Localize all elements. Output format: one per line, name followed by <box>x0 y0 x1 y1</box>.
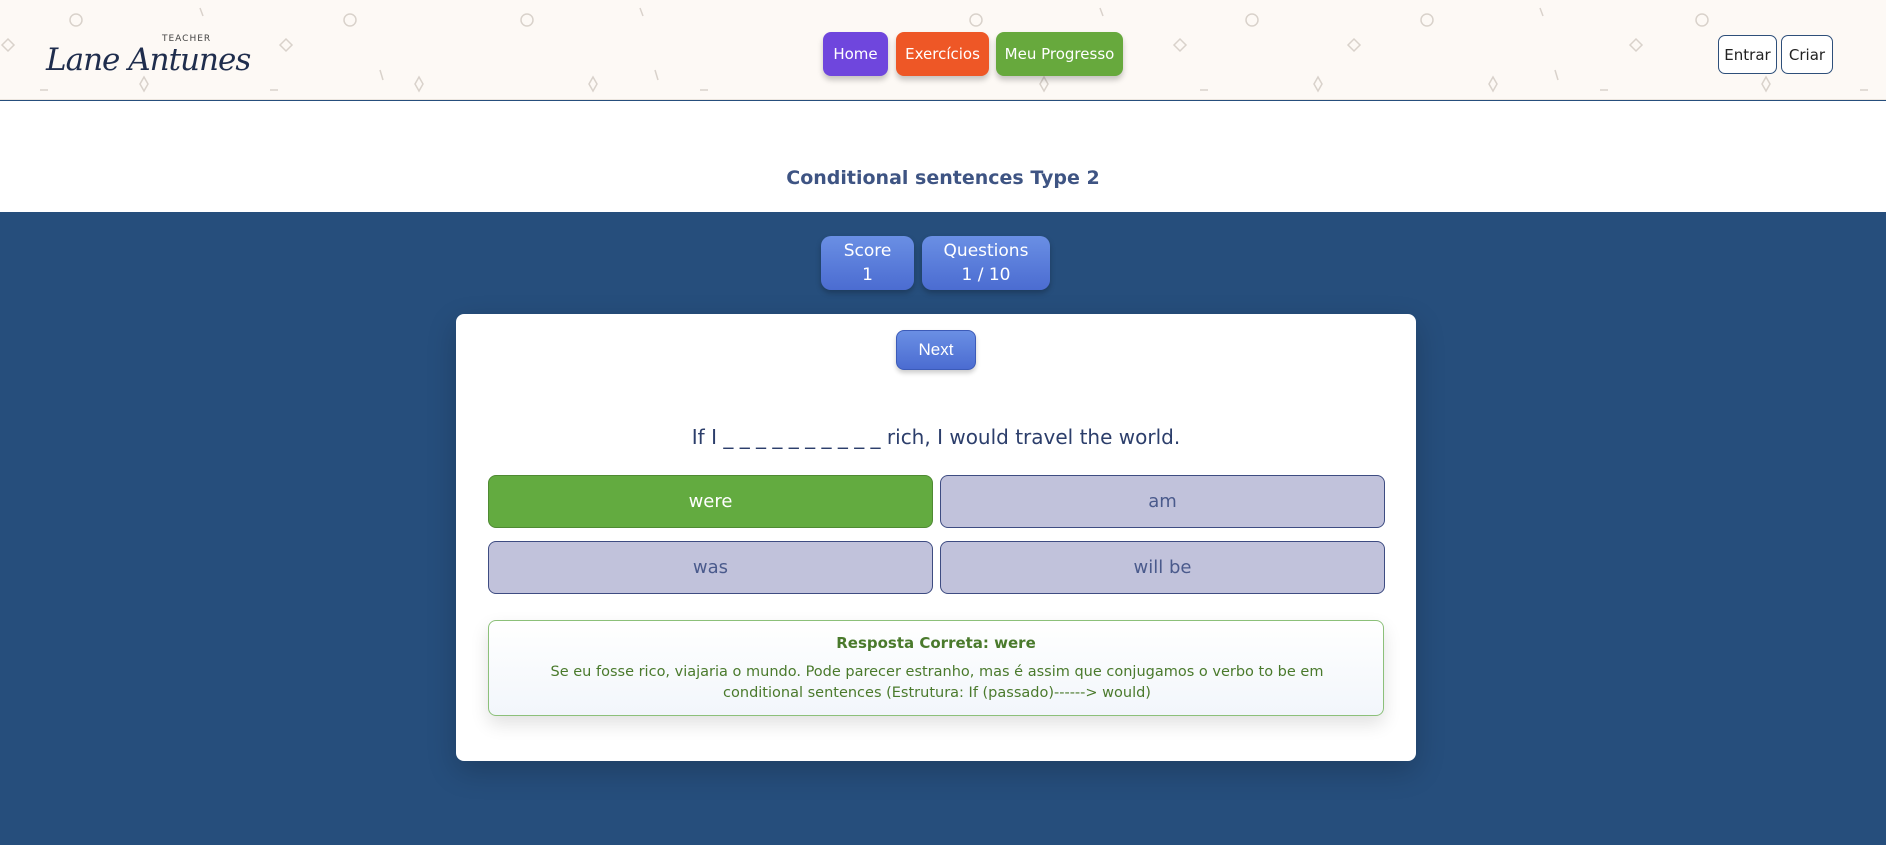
questions-value: 1 / 10 <box>961 265 1011 285</box>
feedback-explanation: Se eu fosse rico, viajaria o mundo. Pode… <box>550 664 1324 701</box>
feedback-box: Resposta Correta: were Se eu fosse rico,… <box>488 620 1384 716</box>
answer-option-were[interactable]: were <box>488 475 933 528</box>
feedback-title: Resposta Correta: were <box>836 634 1036 652</box>
nav-exercises-button[interactable]: Exercícios <box>896 32 989 76</box>
answer-option-am[interactable]: am <box>940 475 1385 528</box>
questions-badge: Questions 1 / 10 <box>922 236 1050 290</box>
answer-option-will-be[interactable]: will be <box>940 541 1385 594</box>
login-button[interactable]: Entrar <box>1718 35 1777 74</box>
questions-label: Questions <box>943 241 1029 261</box>
signup-button[interactable]: Criar <box>1781 35 1833 74</box>
next-button[interactable]: Next <box>896 330 976 370</box>
nav-progress-button[interactable]: Meu Progresso <box>996 32 1123 76</box>
answer-option-was[interactable]: was <box>488 541 933 594</box>
site-header: TEACHER Lane Antunes Home Exercícios Meu… <box>0 0 1886 100</box>
score-value: 1 <box>862 265 873 285</box>
score-badge: Score 1 <box>821 236 914 290</box>
page-title: Conditional sentences Type 2 <box>786 167 1100 189</box>
logo[interactable]: TEACHER Lane Antunes <box>46 34 251 78</box>
logo-wordmark: Lane Antunes <box>46 42 251 78</box>
question-text: If I _ _ _ _ _ _ _ _ _ _ rich, I would t… <box>691 425 1181 449</box>
nav-home-button[interactable]: Home <box>823 32 888 76</box>
score-label: Score <box>843 241 892 261</box>
title-band <box>0 101 1886 212</box>
